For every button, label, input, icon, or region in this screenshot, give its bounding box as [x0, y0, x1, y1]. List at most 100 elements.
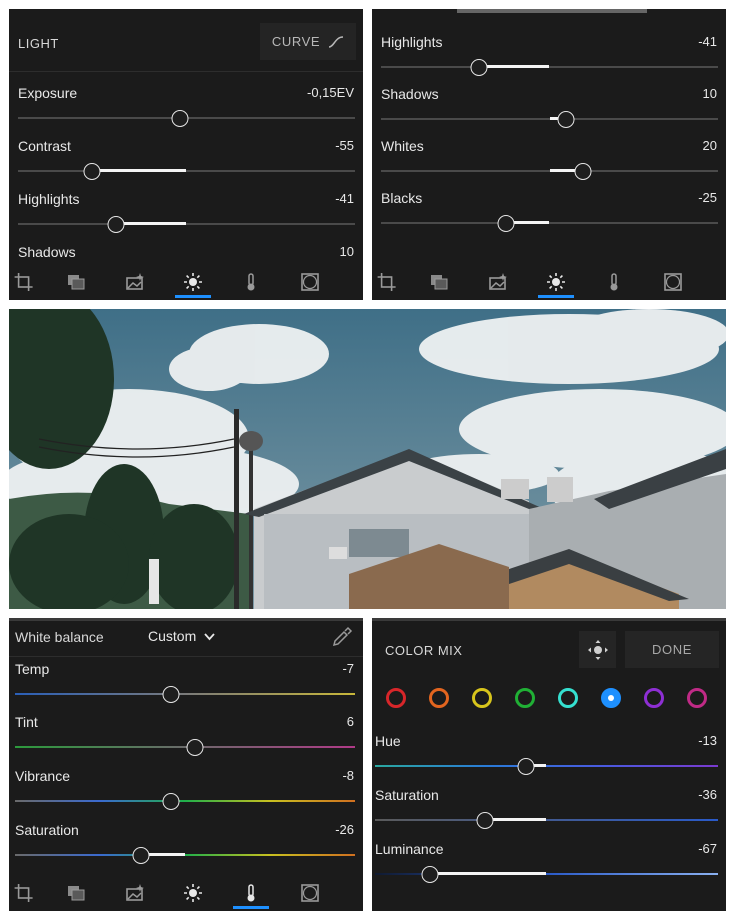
slider-thumb[interactable] [186, 739, 204, 756]
white-balance-panel: White balance Custom Temp -7 Tint 6 Vibr… [9, 618, 363, 911]
tab-crop[interactable] [9, 875, 41, 911]
slider-thumb[interactable] [517, 758, 535, 775]
tab-presets[interactable] [58, 875, 94, 911]
slider-thumb[interactable] [574, 163, 592, 180]
slider-track[interactable] [381, 59, 718, 76]
slider-tint[interactable]: Tint 6 [9, 714, 363, 766]
tab-crop[interactable] [372, 264, 404, 300]
slider-label: Highlights [381, 34, 443, 50]
slider-label: Highlights [18, 191, 80, 207]
slider-thumb[interactable] [83, 163, 101, 180]
slider-value: 6 [346, 714, 354, 729]
curve-icon [328, 35, 344, 48]
tab-crop[interactable] [9, 264, 41, 300]
slider-track[interactable] [15, 739, 355, 756]
eyedropper-icon[interactable] [331, 626, 353, 648]
slider-value: -41 [698, 34, 717, 49]
light-title: LIGHT [18, 36, 59, 51]
slider-track[interactable] [381, 111, 718, 128]
presets-icon [431, 275, 448, 290]
tab-vignette[interactable] [655, 264, 691, 300]
slider-track[interactable] [15, 686, 355, 703]
slider-luminance[interactable]: Luminance -67 [372, 841, 726, 893]
tab-light[interactable] [175, 264, 212, 300]
slider-blacks[interactable]: Blacks -25 [372, 190, 726, 242]
slider-thumb[interactable] [470, 59, 488, 76]
slider-track[interactable] [15, 793, 355, 810]
slider-value: -25 [698, 190, 717, 205]
slider-exposure[interactable]: Exposure -0,15EV [9, 85, 363, 137]
slider-temp[interactable]: Temp -7 [9, 661, 363, 713]
slider-track[interactable] [375, 758, 718, 775]
tab-vignette[interactable] [292, 264, 328, 300]
slider-track[interactable] [375, 812, 718, 829]
swatch-blue[interactable] [601, 688, 621, 708]
slider-rail [375, 819, 718, 821]
swatch-purple[interactable] [644, 688, 664, 708]
tab-effects[interactable] [480, 264, 516, 300]
slider-track[interactable] [18, 163, 355, 180]
slider-track[interactable] [18, 216, 355, 233]
slider-highlights[interactable]: Highlights -41 [372, 34, 726, 86]
tab-presets[interactable] [421, 264, 457, 300]
slider-thumb[interactable] [497, 215, 515, 232]
slider-value: -55 [335, 138, 354, 153]
slider-thumb[interactable] [107, 216, 125, 233]
slider-thumb[interactable] [476, 812, 494, 829]
wb-preset-dropdown[interactable]: Custom [148, 628, 215, 644]
swatch-yellow[interactable] [472, 688, 492, 708]
slider-contrast[interactable]: Contrast -55 [9, 138, 363, 190]
slider-shadows[interactable]: Shadows 10 [372, 86, 726, 138]
slider-saturation[interactable]: Saturation -36 [372, 787, 726, 839]
slider-label: Temp [15, 661, 50, 677]
tab-light[interactable] [538, 264, 575, 300]
tab-presets[interactable] [58, 264, 94, 300]
slider-thumb[interactable] [421, 866, 439, 883]
slider-thumb[interactable] [171, 110, 189, 127]
color-mix-panel: COLOR MIX DONE Hue -13 Saturation -36 Lu… [372, 618, 726, 911]
tab-color[interactable] [233, 875, 270, 911]
swatch-green[interactable] [515, 688, 535, 708]
slider-hue[interactable]: Hue -13 [372, 733, 726, 785]
slider-thumb[interactable] [162, 686, 180, 703]
slider-track[interactable] [375, 866, 718, 883]
slider-track[interactable] [18, 110, 355, 127]
slider-thumb[interactable] [557, 111, 575, 128]
slider-thumb[interactable] [132, 847, 150, 864]
tab-color[interactable] [596, 264, 632, 300]
swatch-aqua[interactable] [558, 688, 578, 708]
slider-track[interactable] [381, 163, 718, 180]
done-label: DONE [652, 642, 692, 657]
wb-preset-value: Custom [148, 628, 197, 644]
tab-effects[interactable] [117, 875, 153, 911]
tab-vignette[interactable] [292, 875, 328, 911]
slider-rail [15, 746, 355, 748]
slider-vibrance[interactable]: Vibrance -8 [9, 768, 363, 820]
target-adjust-button[interactable] [579, 631, 616, 668]
curve-button[interactable]: CURVE [260, 23, 356, 60]
slider-rail [18, 223, 355, 225]
slider-track[interactable] [381, 215, 718, 232]
swatch-red[interactable] [386, 688, 406, 708]
slider-label: Shadows [381, 86, 439, 102]
header-divider [9, 656, 363, 657]
swatch-orange[interactable] [429, 688, 449, 708]
tab-effects[interactable] [117, 264, 153, 300]
tab-color[interactable] [233, 264, 269, 300]
tool-tabbar [9, 264, 363, 300]
done-button[interactable]: DONE [625, 631, 719, 668]
tab-light[interactable] [175, 875, 211, 911]
slider-whites[interactable]: Whites 20 [372, 138, 726, 190]
swatch-magenta[interactable] [687, 688, 707, 708]
photo-image [9, 309, 726, 609]
slider-rail [381, 222, 718, 224]
slider-label: Vibrance [15, 768, 71, 784]
slider-thumb[interactable] [162, 793, 180, 810]
slider-track[interactable] [15, 847, 355, 864]
slider-rail [15, 854, 355, 856]
slider-highlights[interactable]: Highlights -41 [9, 191, 363, 243]
slider-saturation[interactable]: Saturation -26 [9, 822, 363, 874]
slider-rail [15, 800, 355, 802]
slider-value: 20 [702, 138, 717, 153]
slider-label: Saturation [15, 822, 79, 838]
